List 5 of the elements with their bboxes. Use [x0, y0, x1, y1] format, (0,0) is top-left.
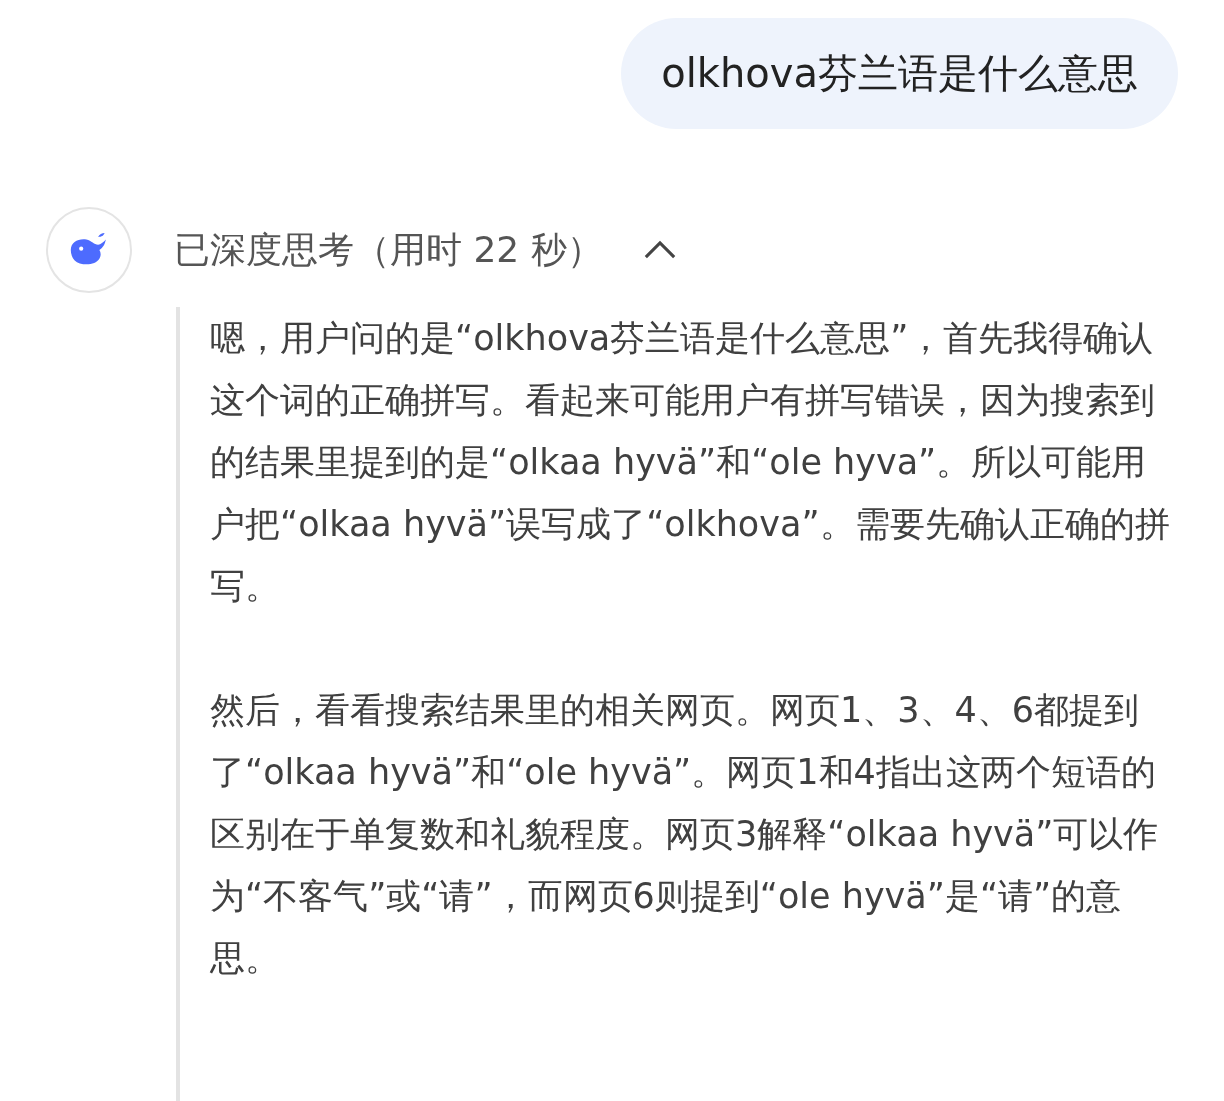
caret-icon [642, 240, 677, 260]
thinking-paragraph: 嗯，用户问的是“olkhova芬兰语是什么意思”，首先我得确认这个词的正确拼写。看起来可能用户有拼写错误，因为搜索到的结果里提到的是“olkaa hyvä”和“ole hyva”。所以可能用户把“olkaa hyvä”误写成了“olkhova”。需要先确认正确的拼写。 [210, 317, 1171, 608]
thinking-toggle[interactable]: 已深度思考（用时 22 秒） [174, 225, 677, 275]
user-message: olkhova芬兰语是什么意思 [621, 18, 1178, 129]
thinking-paragraph: 然后，看看搜索结果里的相关网页。网页1、3、4、6都提到了“olkaa hyvä”和“ole hyvä”。网页1和4指出这两个短语的区别在于单复数和礼貌程度。网页3解释“olkaa hyvä”可以作为“不客气”或“请”，而网页6则提到“ole hyvä”是“请”的意思。 [210, 689, 1160, 980]
